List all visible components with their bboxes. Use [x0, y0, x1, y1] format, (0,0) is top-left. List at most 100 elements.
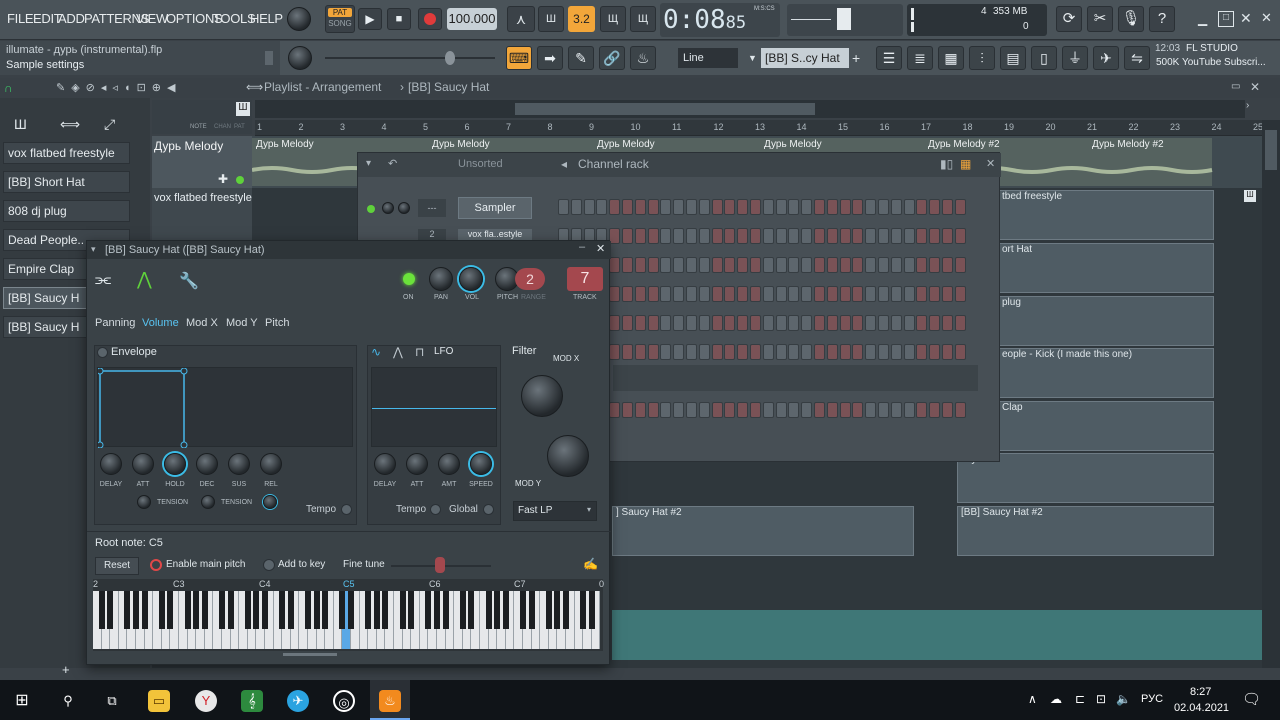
tray-chevron-icon[interactable]: ∧ — [1028, 692, 1037, 706]
volume-knob[interactable] — [459, 267, 483, 291]
tension-knob-3[interactable] — [263, 495, 277, 509]
add-channel-icon[interactable]: + — [852, 48, 866, 68]
step-button[interactable] — [788, 402, 800, 418]
channel-select[interactable]: [BB] S..cy Hat — [761, 48, 849, 68]
step-button[interactable] — [788, 286, 800, 302]
step-button[interactable] — [942, 344, 953, 360]
step-button[interactable] — [724, 228, 736, 244]
step-button[interactable] — [750, 228, 761, 244]
step-button[interactable] — [686, 286, 697, 302]
step-button[interactable] — [750, 257, 761, 273]
horizontal-scrollbar[interactable] — [255, 100, 1245, 118]
step-button[interactable] — [865, 402, 877, 418]
step-button[interactable] — [826, 228, 838, 244]
playlist-close-icon[interactable]: ✕ — [1250, 80, 1260, 94]
step-button[interactable] — [903, 344, 915, 360]
pattern-number-button[interactable]: 3.2 — [568, 6, 595, 32]
step-button[interactable] — [762, 199, 774, 215]
step-button[interactable] — [762, 257, 774, 273]
step-button[interactable] — [634, 315, 646, 331]
play-button[interactable]: ▶ — [358, 8, 382, 30]
step-button[interactable] — [878, 228, 889, 244]
clip-clap[interactable]: Clap — [998, 401, 1214, 451]
step-button[interactable] — [622, 228, 633, 244]
step-button[interactable] — [878, 315, 889, 331]
stop-button[interactable]: ■ — [387, 8, 411, 30]
step-button[interactable] — [673, 199, 685, 215]
task-view-icon[interactable]: ⧉ — [101, 690, 123, 712]
playlist-restore-icon[interactable]: ▭ — [1231, 81, 1240, 92]
step-button[interactable] — [750, 286, 761, 302]
global-toggle[interactable] — [483, 504, 494, 515]
rack-back-icon[interactable]: ↶ — [388, 157, 397, 170]
step-button[interactable] — [814, 199, 825, 215]
tab-volume[interactable]: Volume — [142, 317, 179, 329]
step-button[interactable] — [929, 257, 941, 273]
piano-black-key[interactable] — [459, 591, 466, 629]
step-button[interactable] — [788, 257, 800, 273]
step-button[interactable] — [814, 402, 825, 418]
step-button[interactable] — [916, 315, 928, 331]
step-button[interactable] — [916, 228, 928, 244]
cloud-icon[interactable]: ☁ — [1050, 692, 1062, 706]
sus-knob[interactable] — [228, 453, 250, 475]
tab-pitch[interactable]: Pitch — [265, 317, 289, 329]
step-button[interactable] — [890, 257, 902, 273]
piano-roll-icon[interactable]: ≣ — [907, 46, 933, 70]
piano-black-key[interactable] — [227, 591, 234, 629]
step-button[interactable] — [686, 199, 697, 215]
network-icon[interactable]: ⊏ — [1075, 692, 1085, 706]
step-button[interactable] — [660, 257, 672, 273]
close-icon[interactable]: ✕ — [1240, 10, 1256, 26]
step-button[interactable] — [929, 228, 941, 244]
tension-knob-1[interactable] — [137, 495, 151, 509]
step-button[interactable] — [865, 286, 877, 302]
tab-mod-x[interactable]: Mod X — [186, 317, 218, 329]
magnet-icon[interactable]: ∩ — [4, 81, 44, 95]
channel-sampler-button[interactable]: Sampler — [458, 197, 532, 219]
step-button[interactable] — [609, 286, 621, 302]
piano-black-key[interactable] — [253, 591, 260, 629]
step-button[interactable] — [711, 402, 723, 418]
step-button[interactable] — [775, 344, 787, 360]
step-button[interactable] — [634, 199, 646, 215]
step-button[interactable] — [929, 402, 941, 418]
undo-history-icon[interactable]: ⟳ — [1056, 6, 1082, 32]
tray-display-icon[interactable]: ⊡ — [1096, 692, 1106, 706]
language-indicator[interactable]: РУС — [1141, 693, 1163, 705]
clip-saucy-hat-2a[interactable]: ] Saucy Hat #2 — [612, 506, 914, 556]
loop-record-icon[interactable]: Щ — [630, 6, 656, 32]
rack-graph-icon[interactable]: ▮▯ — [940, 157, 953, 171]
piano-black-key[interactable] — [545, 591, 552, 629]
tempo-toggle[interactable] — [341, 504, 352, 515]
tools-icon[interactable]: ✈ — [1093, 46, 1119, 70]
step-button[interactable] — [865, 257, 877, 273]
yandex-browser-icon[interactable]: Y — [195, 690, 217, 712]
add-key-toggle[interactable] — [263, 559, 275, 571]
piano-black-key[interactable] — [193, 591, 200, 629]
step-button[interactable] — [878, 286, 889, 302]
step-button[interactable] — [686, 257, 697, 273]
piano-black-key[interactable] — [167, 591, 174, 629]
plugin-close-icon[interactable]: ✕ — [596, 242, 605, 255]
step-button[interactable] — [890, 286, 902, 302]
step-button[interactable] — [737, 286, 749, 302]
step-button[interactable] — [788, 199, 800, 215]
tempo-display[interactable]: 100.000 — [447, 8, 497, 30]
track-header-1[interactable]: Дурь Melody ✚ — [152, 136, 252, 188]
step-button[interactable] — [558, 199, 569, 215]
picker-pattern-icon[interactable]: Ш — [14, 116, 27, 132]
snap-select[interactable]: Line — [678, 48, 738, 68]
step-button[interactable] — [878, 402, 889, 418]
step-button[interactable] — [826, 402, 838, 418]
keyboard-scrollbar[interactable] — [283, 653, 337, 656]
piano-black-key[interactable] — [124, 591, 131, 629]
step-button[interactable] — [570, 199, 582, 215]
step-button[interactable] — [724, 344, 736, 360]
step-button[interactable] — [647, 344, 659, 360]
step-button[interactable] — [890, 315, 902, 331]
piano-black-key[interactable] — [434, 591, 440, 629]
step-button[interactable] — [852, 286, 864, 302]
amt-knob[interactable] — [438, 453, 460, 475]
piano-black-key[interactable] — [520, 591, 526, 629]
